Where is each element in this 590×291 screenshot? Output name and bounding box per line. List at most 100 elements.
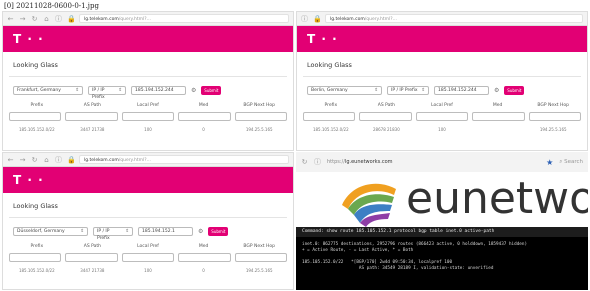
col-as-path: AS Path bbox=[83, 244, 102, 249]
filter-local-pref-input[interactable] bbox=[121, 112, 175, 121]
cell-prefix: 185.105.152.0/22 bbox=[18, 268, 55, 273]
filter-med-input[interactable] bbox=[178, 253, 231, 262]
address-bar[interactable]: lg.telekom.com/query.html?... bbox=[79, 155, 289, 164]
ip-input[interactable]: 185.194.152.1 bbox=[138, 226, 193, 236]
browser-toolbar: ⓘ 🔒 lg.telekom.com/query.html?... bbox=[297, 12, 587, 26]
cell-med: 0 bbox=[202, 268, 205, 273]
col-prefix: Prefix bbox=[30, 103, 44, 108]
chevron-down-icon: ⇕ bbox=[80, 228, 84, 234]
eunetworks-header: eunetwo bbox=[296, 172, 588, 227]
query-controls: Düsseldorf, Germany ⇕ IP / IP Prefix ⇕ 185… bbox=[3, 218, 293, 241]
cell-next-hop: 194.25.5.165 bbox=[245, 127, 273, 132]
chevron-down-icon: ⇕ bbox=[374, 87, 378, 93]
filter-next-hop-input[interactable] bbox=[528, 112, 582, 121]
lock-icon: 🔒 bbox=[67, 14, 76, 23]
cell-prefix: 185.105.152.0/22 bbox=[312, 127, 349, 132]
col-local-pref: Local Pref bbox=[137, 244, 159, 249]
info-icon[interactable]: ⓘ bbox=[55, 14, 62, 24]
reload-icon[interactable]: ↻ bbox=[31, 15, 38, 23]
address-bar[interactable]: lg.telekom.com/query.html?... bbox=[79, 14, 289, 23]
filter-row bbox=[297, 108, 587, 121]
filter-next-hop-input[interactable] bbox=[234, 112, 288, 121]
col-as-path: AS Path bbox=[83, 103, 102, 108]
browser-toolbar: ↻ ⓘ https://lg.eunetworks.com ★ ⌕ Search bbox=[296, 152, 588, 172]
cell-as-path: 28678 21830 bbox=[373, 127, 400, 132]
filter-prefix-input[interactable] bbox=[9, 253, 62, 262]
filter-prefix-input[interactable] bbox=[303, 112, 356, 121]
browser-window-berlin: ⓘ 🔒 lg.telekom.com/query.html?... T · · … bbox=[296, 11, 588, 151]
page-title: Looking Glass bbox=[307, 61, 352, 69]
lock-icon: 🔒 bbox=[313, 14, 322, 23]
col-med: Med bbox=[198, 103, 209, 108]
submit-button[interactable]: Submit bbox=[208, 226, 229, 236]
telekom-logo[interactable]: T · · bbox=[3, 26, 293, 52]
col-local-pref: Local Pref bbox=[431, 103, 453, 108]
telekom-logo[interactable]: T · · bbox=[297, 26, 587, 52]
browser-toolbar: ← → ↻ ⌂ ⓘ 🔒 lg.telekom.com/query.html?..… bbox=[3, 12, 293, 26]
protocol-select[interactable]: IP / IP Prefix ⇕ bbox=[88, 85, 126, 100]
filter-local-pref-input[interactable] bbox=[121, 253, 175, 262]
cell-as-path: 3447 21738 bbox=[80, 268, 105, 273]
protocol-select[interactable]: IP / IP Prefix ⇕ bbox=[93, 226, 133, 241]
router-select[interactable]: Frankfurt, Germany ⇕ bbox=[13, 85, 83, 95]
info-icon[interactable]: ⓘ bbox=[301, 14, 308, 24]
command-line: Command: show route 185.105.152.1 protoc… bbox=[296, 227, 588, 237]
telekom-logo[interactable]: T · · bbox=[3, 167, 293, 193]
cell-local-pref: 100 bbox=[438, 127, 446, 132]
filter-row bbox=[3, 249, 293, 262]
info-icon[interactable]: ⓘ bbox=[314, 157, 321, 167]
col-prefix: Prefix bbox=[324, 103, 338, 108]
ip-input[interactable]: 185.194.152.244 bbox=[434, 85, 489, 95]
submit-button[interactable]: Submit bbox=[201, 85, 222, 95]
router-select[interactable]: Berlin, Germany ⇕ bbox=[307, 85, 382, 95]
gear-icon[interactable]: ⚙ bbox=[191, 87, 196, 94]
terminal-output: inet.0: 862775 destinations, 2952796 rou… bbox=[296, 237, 588, 290]
reload-icon[interactable]: ↻ bbox=[301, 158, 308, 166]
filter-as-path-input[interactable] bbox=[359, 112, 412, 121]
page-title: Looking Glass bbox=[13, 202, 58, 210]
chevron-down-icon: ⇕ bbox=[421, 87, 425, 93]
filter-local-pref-input[interactable] bbox=[415, 112, 469, 121]
protocol-select[interactable]: IP / IP Prefix ⇕ bbox=[387, 85, 429, 95]
info-icon[interactable]: ⓘ bbox=[55, 155, 62, 165]
address-bar[interactable]: lg.telekom.com/query.html?... bbox=[325, 14, 583, 23]
table-row: 185.105.152.0/22 3447 21738 100 0 194.25… bbox=[3, 121, 293, 132]
cell-local-pref: 100 bbox=[144, 268, 152, 273]
back-icon[interactable]: ← bbox=[7, 156, 14, 164]
submit-button[interactable]: Submit bbox=[504, 85, 525, 95]
browser-window-eunetworks: ↻ ⓘ https://lg.eunetworks.com ★ ⌕ Search… bbox=[296, 152, 588, 290]
forward-icon[interactable]: → bbox=[19, 156, 26, 164]
filter-med-input[interactable] bbox=[178, 112, 231, 121]
col-as-path: AS Path bbox=[377, 103, 396, 108]
bookmark-star-icon[interactable]: ★ bbox=[546, 158, 553, 167]
page-title: Looking Glass bbox=[13, 61, 58, 69]
col-med: Med bbox=[198, 244, 209, 249]
col-med: Med bbox=[492, 103, 503, 108]
col-bgp-next-hop: BGP Next Hop bbox=[243, 103, 275, 108]
chevron-down-icon: ⇕ bbox=[125, 228, 129, 234]
gear-icon[interactable]: ⚙ bbox=[198, 228, 203, 235]
home-icon[interactable]: ⌂ bbox=[43, 15, 50, 23]
ip-input[interactable]: 185.194.152.244 bbox=[131, 85, 186, 95]
back-icon[interactable]: ← bbox=[7, 15, 14, 23]
query-controls: Berlin, Germany ⇕ IP / IP Prefix ⇕ 185.194… bbox=[297, 77, 587, 97]
cell-next-hop: 194.25.5.165 bbox=[245, 268, 273, 273]
router-select[interactable]: Düsseldorf, Germany ⇕ bbox=[13, 226, 88, 236]
gear-icon[interactable]: ⚙ bbox=[494, 87, 499, 94]
home-icon[interactable]: ⌂ bbox=[43, 156, 50, 164]
filter-as-path-input[interactable] bbox=[65, 253, 118, 262]
eunetworks-logo-icon bbox=[342, 183, 396, 227]
table-header: Prefix AS Path Local Pref Med BGP Next H… bbox=[3, 97, 293, 108]
forward-icon[interactable]: → bbox=[19, 15, 26, 23]
filter-as-path-input[interactable] bbox=[65, 112, 118, 121]
filter-prefix-input[interactable] bbox=[9, 112, 62, 121]
reload-icon[interactable]: ↻ bbox=[31, 156, 38, 164]
filter-next-hop-input[interactable] bbox=[234, 253, 288, 262]
address-bar[interactable]: https://lg.eunetworks.com bbox=[327, 159, 540, 165]
search-field[interactable]: ⌕ Search bbox=[559, 159, 583, 166]
lock-icon: 🔒 bbox=[67, 155, 76, 164]
filter-row bbox=[3, 108, 293, 121]
chevron-down-icon: ⇕ bbox=[75, 87, 79, 93]
browser-toolbar: ← → ↻ ⌂ ⓘ 🔒 lg.telekom.com/query.html?..… bbox=[3, 153, 293, 167]
filter-med-input[interactable] bbox=[472, 112, 525, 121]
